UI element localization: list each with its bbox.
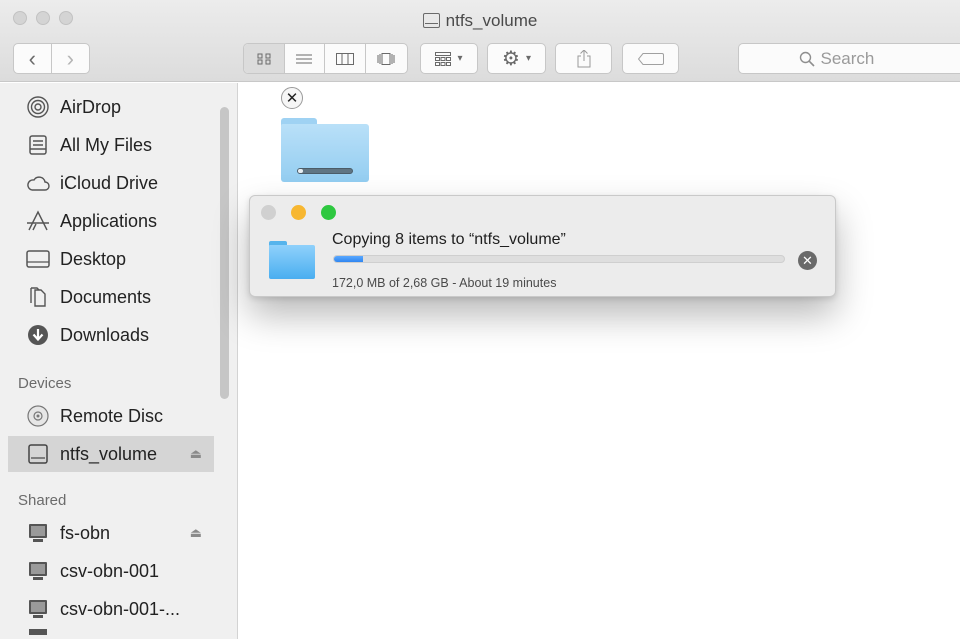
sidebar-item-csv-obn-001-2[interactable]: csv-obn-001-... [8,591,214,627]
sidebar-scrollbar[interactable] [220,107,229,399]
desktop-icon [26,247,50,271]
server-icon [26,629,50,641]
back-button[interactable]: ‹ [14,44,52,73]
action-button[interactable]: ⚙ ▾ [487,43,546,74]
sidebar-item-desktop[interactable]: Desktop [8,241,214,277]
sidebar-item-label: Downloads [60,324,150,345]
cancel-copy-button[interactable]: ✕ [798,251,817,270]
column-view-icon [335,52,354,65]
disk-icon [26,442,50,466]
arrange-grid-icon [435,51,452,66]
sidebar-item-label: Documents [60,286,152,307]
copying-folder[interactable] [281,118,369,182]
sidebar-item-label: Remote Disc [60,405,164,426]
list-view-icon [296,54,313,63]
sidebar-item-label: fs-obn [60,522,111,543]
tag-button[interactable] [622,43,679,74]
server-icon [26,597,50,621]
chevron-down-icon: ▾ [525,53,531,64]
sidebar-item-all-my-files[interactable]: All My Files [8,127,214,163]
icon-view-button[interactable] [244,44,285,73]
arrange-button[interactable]: ▾ [420,43,478,74]
sidebar-item-ntfs-volume[interactable]: ntfs_volume ⏏ [8,436,214,472]
sidebar-item-remote-disc[interactable]: Remote Disc [8,398,214,434]
finder-window: ntfs_volume ‹ › ▾ ⚙ ▾ Search AirDrop All… [0,0,960,639]
sidebar-item-label: ntfs_volume [60,443,158,464]
copy-title: Copying 8 items to “ntfs_volume” [332,231,566,248]
sidebar: AirDrop All My Files iCloud Drive Applic… [0,83,238,639]
sidebar-item-downloads[interactable]: Downloads [8,317,214,353]
chevron-right-icon: › [66,45,74,71]
cloud-icon [26,171,50,195]
search-field[interactable] [738,43,960,74]
remote-disc-icon [26,404,50,428]
sidebar-item-label: csv-obn-001-... [60,598,181,619]
close-icon: ✕ [802,253,813,268]
sidebar-item-airdrop[interactable]: AirDrop [8,89,214,125]
close-icon: ✕ [285,90,299,107]
dialog-close-button[interactable] [261,205,276,220]
folder-progress-bar [297,168,353,174]
sidebar-section-shared: Shared [18,492,67,509]
sidebar-item-label: AirDrop [60,96,122,117]
eject-icon[interactable]: ⏏ [190,525,202,541]
content-area: ✕ [239,83,960,639]
search-icon [799,51,815,67]
sidebar-section-devices: Devices [18,375,72,392]
sidebar-item-icloud-drive[interactable]: iCloud Drive [8,165,214,201]
share-button[interactable] [555,43,612,74]
view-mode-control [243,43,408,74]
sidebar-item-csv-obn-001[interactable]: csv-obn-001 [8,553,214,589]
column-view-button[interactable] [325,44,366,73]
sidebar-item-label: csv-obn-001 [60,560,160,581]
folder-body [269,245,315,279]
sidebar-item-applications[interactable]: Applications [8,203,214,239]
sidebar-item-label: Desktop [60,248,127,269]
dialog-minimize-button[interactable] [291,205,306,220]
nav-buttons: ‹ › [13,43,90,74]
disk-icon [422,13,440,28]
documents-icon [26,285,50,309]
server-icon [26,559,50,583]
cover-flow-icon [377,52,395,65]
airdrop-icon [26,95,50,119]
copy-progress-fill [334,256,363,262]
all-files-icon [26,133,50,157]
eject-icon[interactable]: ⏏ [190,446,202,462]
chevron-left-icon: ‹ [28,45,36,71]
copy-status: 172,0 MB of 2,68 GB - About 19 minutes [332,276,557,290]
sidebar-item-documents[interactable]: Documents [8,279,214,315]
icon-view-icon [257,53,271,64]
tag-icon [637,52,664,65]
cover-flow-button[interactable] [366,44,407,73]
copy-progress-dialog: Copying 8 items to “ntfs_volume” 172,0 M… [249,195,836,297]
dialog-zoom-button[interactable] [321,205,336,220]
folder-icon [269,241,315,279]
sidebar-item-label: iCloud Drive [60,172,159,193]
sidebar-item-partial[interactable] [8,629,214,641]
server-icon [26,521,50,545]
sidebar-item-label: All My Files [60,134,153,155]
copy-progress-bar [333,255,785,263]
list-view-button[interactable] [285,44,325,73]
sidebar-item-fs-obn[interactable]: fs-obn ⏏ [8,515,214,551]
toolbar: ntfs_volume ‹ › ▾ ⚙ ▾ Search [0,0,960,82]
window-title: ntfs_volume [0,11,960,31]
search-input[interactable] [820,48,901,69]
gear-icon: ⚙ [502,48,520,70]
folder-progress-fill [298,169,304,173]
share-icon [577,49,590,67]
downloads-icon [26,323,50,347]
sidebar-item-label: Applications [60,210,158,231]
applications-icon [26,209,50,233]
chevron-down-icon: ▾ [457,53,463,64]
forward-button[interactable]: › [52,44,90,73]
cancel-copy-badge[interactable]: ✕ [281,87,303,109]
window-title-text: ntfs_volume [445,11,538,30]
